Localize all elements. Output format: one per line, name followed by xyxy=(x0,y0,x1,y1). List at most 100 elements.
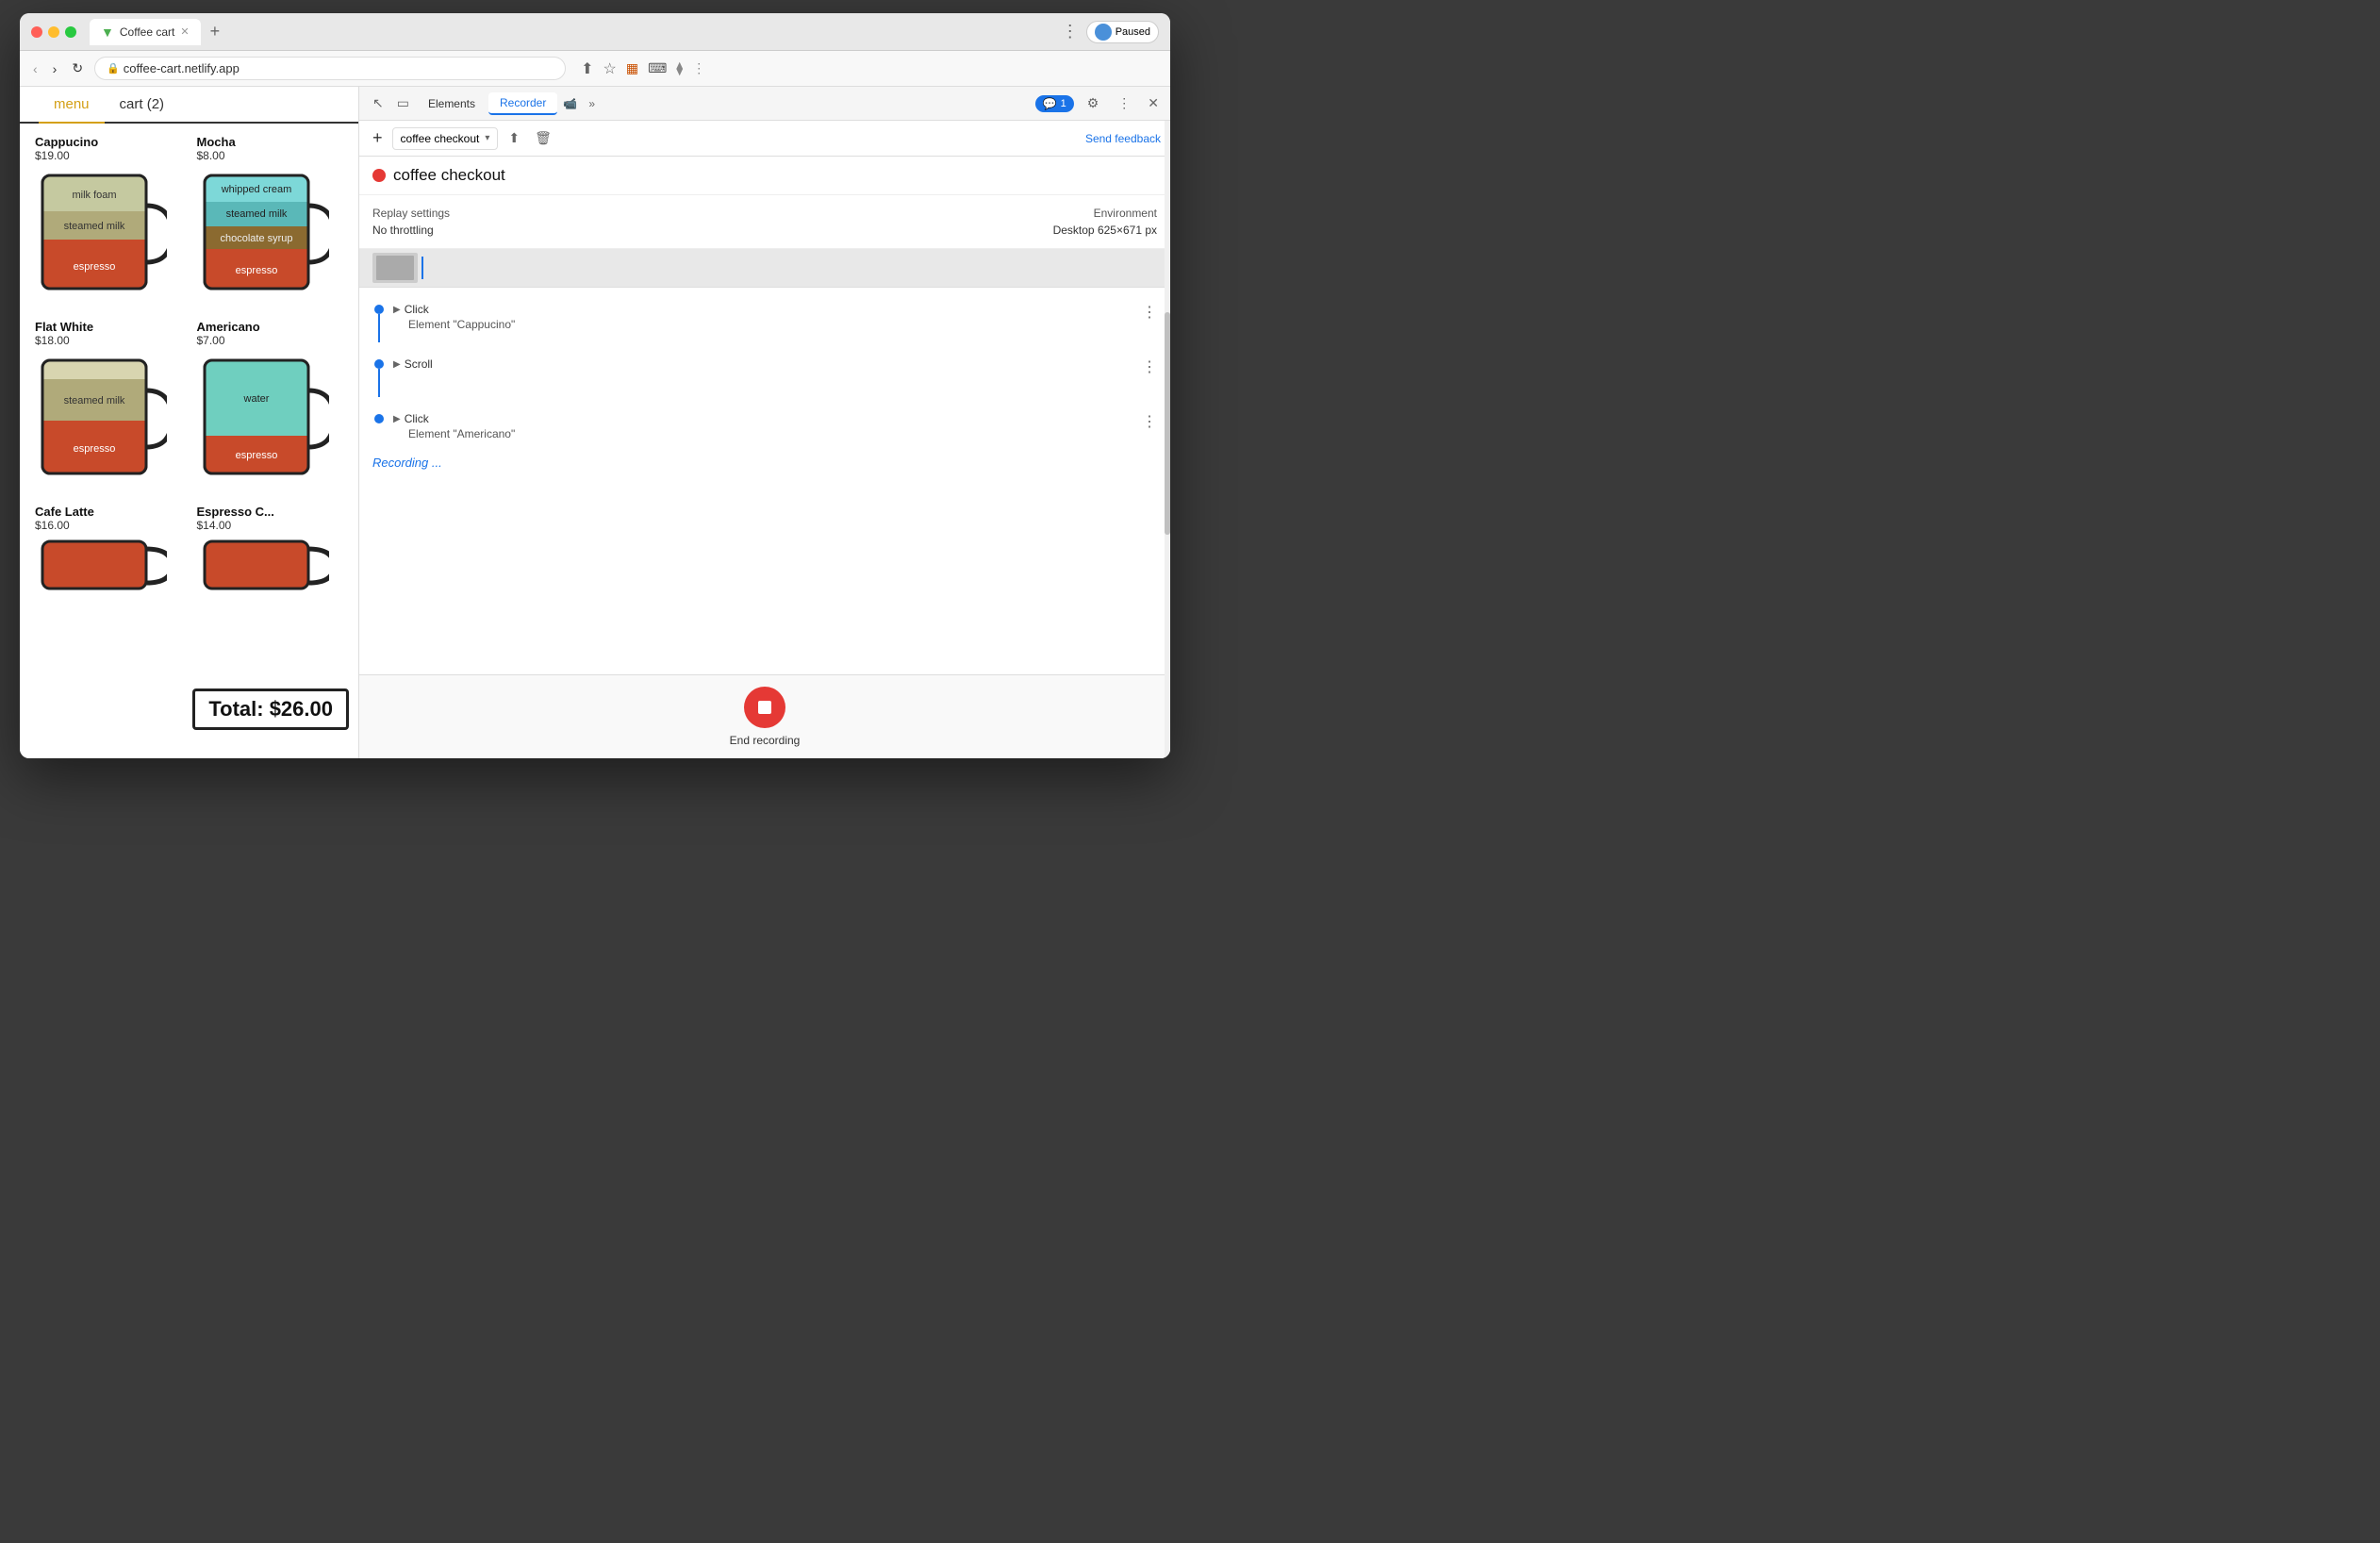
item-price: $8.00 xyxy=(197,149,344,162)
svg-text:steamed milk: steamed milk xyxy=(64,221,125,232)
nav-cart[interactable]: cart (2) xyxy=(105,87,180,122)
svg-text:steamed milk: steamed milk xyxy=(225,208,287,220)
coffee-grid: Cappucino $19.00 milk foa xyxy=(35,135,343,674)
recording-dropdown[interactable]: coffee checkout ▾ xyxy=(392,127,499,150)
step-dot xyxy=(374,305,384,314)
browser-tab[interactable]: ▼ Coffee cart ✕ xyxy=(90,19,201,45)
step-expand-icon[interactable]: ▶ xyxy=(393,359,401,370)
recording-status: Recording ... xyxy=(359,448,1170,477)
chat-button[interactable]: 💬 1 xyxy=(1035,95,1074,112)
item-name: Cafe Latte xyxy=(35,505,182,519)
maximize-button[interactable] xyxy=(65,26,76,38)
step-title: Scroll xyxy=(405,357,433,371)
list-item[interactable]: Americano $7.00 water xyxy=(197,320,344,489)
stop-icon xyxy=(758,701,771,714)
tab-recorder[interactable]: Recorder xyxy=(488,92,557,115)
reload-button[interactable]: ↻ xyxy=(68,58,87,78)
step-more-icon[interactable]: ⋮ xyxy=(1142,357,1157,376)
step-scroll[interactable]: ▶ Scroll ⋮ xyxy=(359,350,1170,405)
environment-label: Environment xyxy=(767,207,1157,220)
list-item[interactable]: Mocha $8.00 whipped cream xyxy=(197,135,344,305)
paused-label: Paused xyxy=(1116,26,1150,38)
svg-text:water: water xyxy=(242,393,269,405)
tab-bar: ▼ Coffee cart ✕ + xyxy=(90,19,1054,45)
url-text: coffee-cart.netlify.app xyxy=(124,61,240,75)
scrollbar-thumb[interactable] xyxy=(1165,312,1170,536)
cursor-icon[interactable]: ↖ xyxy=(367,91,389,115)
devtools-close-button[interactable]: ✕ xyxy=(1144,91,1163,115)
cup-espresso xyxy=(197,538,329,674)
paused-badge[interactable]: Paused xyxy=(1086,21,1159,43)
svg-text:milk foam: milk foam xyxy=(72,190,116,201)
list-item[interactable]: Cafe Latte $16.00 xyxy=(35,505,182,674)
step-title: Click xyxy=(405,412,429,425)
close-button[interactable] xyxy=(31,26,42,38)
svg-text:chocolate syrup: chocolate syrup xyxy=(220,233,292,244)
share-icon[interactable]: ⬆ xyxy=(581,59,593,78)
step-content: ▶ Scroll xyxy=(393,357,1134,371)
step-expand-icon[interactable]: ▶ xyxy=(393,305,401,315)
kebab-menu-icon[interactable]: ⋮ xyxy=(1112,91,1136,115)
tab-close-icon[interactable]: ✕ xyxy=(180,25,189,38)
throttle-value: No throttling xyxy=(372,224,763,237)
bookmark-icon[interactable]: ☆ xyxy=(603,59,616,78)
tab-favicon: ▼ xyxy=(101,25,114,40)
add-recording-button[interactable]: + xyxy=(369,126,387,150)
step-click-cappucino[interactable]: ▶ Click Element "Cappucino" ⋮ xyxy=(359,295,1170,350)
devtools-tabs: ↖ ▭ Elements Recorder 📹 » 💬 1 ⚙ ⋮ ✕ xyxy=(359,87,1170,121)
code-icon[interactable]: ⌨ xyxy=(648,60,667,76)
item-price: $14.00 xyxy=(197,519,344,532)
cup-cappucino: milk foam steamed milk espresso xyxy=(35,168,167,305)
more-tabs-icon[interactable]: » xyxy=(583,93,601,114)
stop-recording-button[interactable] xyxy=(744,687,785,728)
list-item[interactable]: Cappucino $19.00 milk foa xyxy=(35,135,182,305)
forward-button[interactable]: › xyxy=(49,59,61,78)
step-title: Click xyxy=(405,303,429,316)
item-name: Cappucino xyxy=(35,135,182,149)
export-icon[interactable]: ⬆ xyxy=(504,127,524,149)
end-recording-label: End recording xyxy=(730,734,801,747)
list-item[interactable]: Espresso C... $14.00 xyxy=(197,505,344,674)
more-icon[interactable]: ⋮ xyxy=(692,60,705,76)
address-bar: ‹ › ↻ 🔒 coffee-cart.netlify.app ⬆ ☆ ▦ ⌨ … xyxy=(20,51,1170,87)
thumbnail-strip xyxy=(359,249,1170,288)
coffee-app: menu cart (2) Cappucino $19.00 xyxy=(20,87,359,758)
devtools-tab-actions: 💬 1 ⚙ ⋮ ✕ xyxy=(1035,91,1163,115)
puzzle-icon[interactable]: ⧫ xyxy=(676,60,683,76)
device-icon[interactable]: ▭ xyxy=(391,91,415,115)
address-field[interactable]: 🔒 coffee-cart.netlify.app xyxy=(94,57,566,80)
item-name: Americano xyxy=(197,320,344,334)
minimize-button[interactable] xyxy=(48,26,59,38)
step-content: ▶ Click Element "Cappucino" xyxy=(393,303,1134,331)
step-more-icon[interactable]: ⋮ xyxy=(1142,303,1157,322)
tab-elements[interactable]: Elements xyxy=(417,93,487,114)
send-feedback-link[interactable]: Send feedback xyxy=(1085,132,1161,145)
item-price: $16.00 xyxy=(35,519,182,532)
new-tab-button[interactable]: + xyxy=(205,22,226,41)
step-click-americano[interactable]: ▶ Click Element "Americano" ⋮ xyxy=(359,405,1170,448)
step-more-icon[interactable]: ⋮ xyxy=(1142,412,1157,431)
step-dot xyxy=(374,414,384,423)
environment-value: Desktop 625×671 px xyxy=(767,224,1157,237)
item-price: $18.00 xyxy=(35,334,182,347)
step-connector-line xyxy=(421,257,423,279)
total-badge: Total: $26.00 xyxy=(192,689,349,730)
recording-dot xyxy=(372,169,386,182)
delete-icon[interactable]: 🗑 xyxy=(530,127,556,149)
extensions-icon[interactable]: ⋮ xyxy=(1062,22,1079,41)
toolbar-icons: ⬆ ☆ ▦ ⌨ ⧫ ⋮ xyxy=(581,59,705,78)
chat-icon: 💬 xyxy=(1043,97,1057,110)
settings-icon[interactable]: ⚙ xyxy=(1082,91,1105,115)
list-item[interactable]: Flat White $18.00 steamed xyxy=(35,320,182,489)
extension-icon[interactable]: ▦ xyxy=(626,60,638,76)
back-button[interactable]: ‹ xyxy=(29,59,41,78)
cup-flatwhite: steamed milk espresso xyxy=(35,353,167,489)
svg-text:steamed milk: steamed milk xyxy=(64,395,125,406)
item-price: $7.00 xyxy=(197,334,344,347)
traffic-lights xyxy=(31,26,76,38)
nav-menu[interactable]: menu xyxy=(39,87,105,124)
coffee-menu: Cappucino $19.00 milk foa xyxy=(20,124,358,758)
step-expand-icon[interactable]: ▶ xyxy=(393,414,401,424)
record-icon: 📹 xyxy=(559,93,581,114)
scrollbar-track[interactable] xyxy=(1165,121,1170,758)
